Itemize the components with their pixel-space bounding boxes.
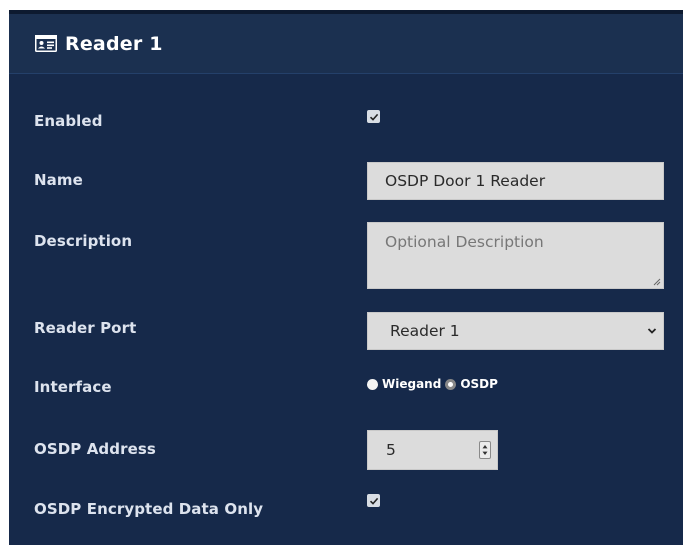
wiegand-radio-label[interactable]: Wiegand (382, 377, 441, 391)
spinner-arrows-icon (482, 445, 488, 455)
osdp-address-value: 5 (386, 441, 396, 459)
checkmark-icon (369, 113, 378, 121)
reader-port-value: Reader 1 (390, 322, 460, 340)
osdp-address-input[interactable]: 5 (367, 430, 498, 470)
reader-panel: Reader 1 Enabled Name OSDP Door 1 Reader… (9, 10, 683, 545)
reader-port-select[interactable]: Reader 1 (367, 312, 664, 350)
reader-port-label: Reader Port (34, 319, 137, 337)
enabled-label: Enabled (34, 112, 103, 130)
description-textarea[interactable]: Optional Description (367, 222, 664, 289)
name-label: Name (34, 171, 83, 189)
name-input[interactable]: OSDP Door 1 Reader (367, 162, 664, 200)
osdp-radio-label[interactable]: OSDP (460, 377, 498, 391)
chevron-down-icon (647, 328, 657, 334)
interface-label: Interface (34, 378, 112, 396)
osdp-encrypted-label: OSDP Encrypted Data Only (34, 500, 264, 518)
osdp-address-label: OSDP Address (34, 440, 156, 458)
description-placeholder: Optional Description (385, 233, 544, 251)
resize-grip-icon[interactable] (653, 278, 661, 286)
number-spinner[interactable] (479, 441, 491, 459)
enabled-checkbox[interactable] (367, 110, 380, 123)
checkmark-icon (369, 497, 378, 505)
panel-title: Reader 1 (65, 32, 163, 55)
wiegand-radio[interactable] (367, 378, 378, 390)
description-label: Description (34, 232, 133, 250)
osdp-encrypted-checkbox[interactable] (367, 494, 380, 507)
osdp-radio[interactable] (445, 378, 457, 390)
id-card-icon (35, 35, 57, 52)
interface-radio-group: Wiegand OSDP (367, 374, 502, 394)
panel-header: Reader 1 (9, 14, 683, 74)
